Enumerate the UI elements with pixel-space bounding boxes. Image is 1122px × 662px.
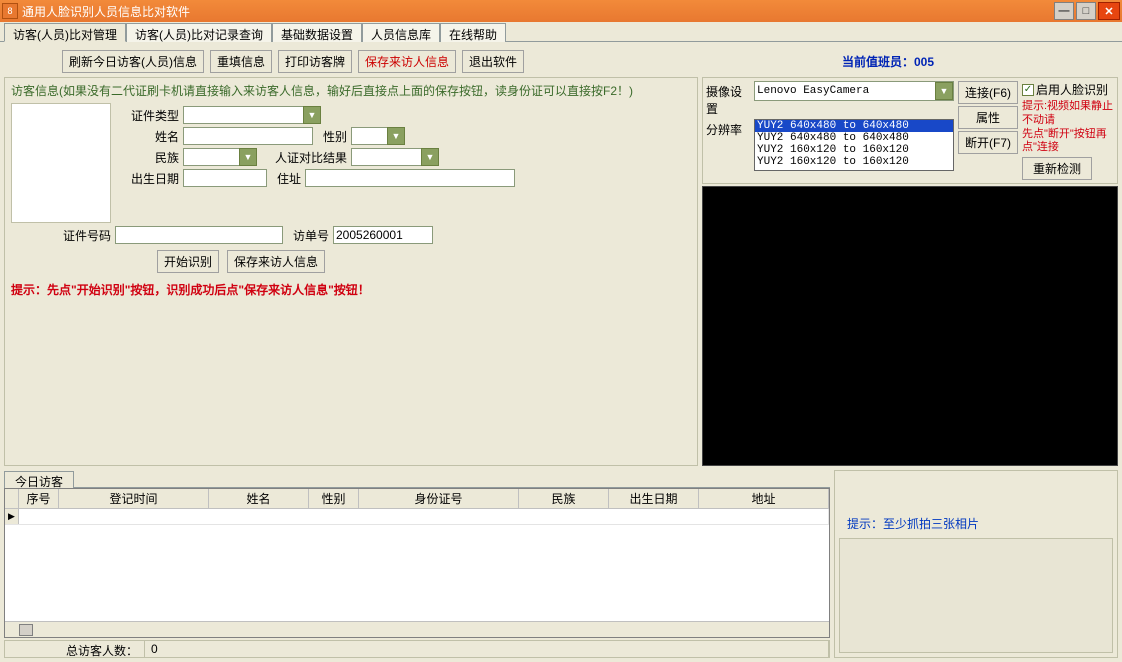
- camera-res-label: 分辨率: [706, 119, 752, 138]
- save-visitor-button[interactable]: 保存来访人信息: [358, 50, 456, 73]
- print-button[interactable]: 打印访客牌: [278, 50, 352, 73]
- chevron-down-icon[interactable]: ▼: [303, 106, 321, 124]
- row-pointer-icon: ▶: [5, 509, 19, 524]
- tab-help[interactable]: 在线帮助: [440, 23, 506, 42]
- capture-panel: 提示：至少抓拍三张相片: [834, 470, 1118, 658]
- chevron-down-icon[interactable]: ▼: [387, 127, 405, 145]
- col-seq[interactable]: 序号: [19, 489, 59, 508]
- photo-slot: [11, 103, 111, 223]
- exit-button[interactable]: 退出软件: [462, 50, 524, 73]
- start-recognize-button[interactable]: 开始识别: [157, 250, 219, 273]
- staff-label-text: 当前值班员：: [842, 55, 914, 69]
- capture-thumb-area: [839, 538, 1113, 653]
- visitor-group-label: 访客信息(如果没有二代证刷卡机请直接输入来访客人信息，输好后直接点上面的保存按钮…: [11, 82, 691, 99]
- idtype-input[interactable]: [183, 106, 303, 124]
- name-label: 姓名: [131, 128, 179, 145]
- visitor-info-group: 访客信息(如果没有二代证刷卡机请直接输入来访客人信息，输好后直接点上面的保存按钮…: [4, 77, 698, 466]
- nation-select[interactable]: ▼: [183, 148, 257, 166]
- reset-button[interactable]: 重填信息: [210, 50, 272, 73]
- grid-hscrollbar[interactable]: [5, 621, 829, 637]
- staff-label: 当前值班员：005: [842, 53, 934, 70]
- res-option[interactable]: YUY2 160x120 to 160x120: [755, 156, 953, 168]
- camera-hint-2: 先点"断开"按钮再点"连接: [1022, 128, 1114, 156]
- properties-button[interactable]: 属性: [958, 106, 1018, 129]
- compare-select[interactable]: ▼: [351, 148, 439, 166]
- camera-device-label: 摄像设置: [706, 81, 752, 117]
- camera-panel: 摄像设置 ▼ 分辨率 YUY2 640x480 to 640x480 YUY2 …: [702, 77, 1118, 466]
- main-tabstrip: 访客(人员)比对管理 访客(人员)比对记录查询 基础数据设置 人员信息库 在线帮…: [0, 22, 1122, 42]
- camera-device-select[interactable]: ▼: [754, 81, 954, 101]
- birth-label: 出生日期: [131, 170, 179, 187]
- gender-label: 性别: [319, 128, 347, 145]
- window-title: 通用人脸识别人员信息比对软件: [22, 3, 1054, 20]
- grid-row[interactable]: ▶: [5, 509, 829, 525]
- idno-input[interactable]: [115, 226, 283, 244]
- addr-input[interactable]: [305, 169, 515, 187]
- col-gender[interactable]: 性别: [309, 489, 359, 508]
- birth-input[interactable]: [183, 169, 267, 187]
- grid-header: 序号 登记时间 姓名 性别 身份证号 民族 出生日期 地址: [5, 489, 829, 509]
- minimize-button[interactable]: —: [1054, 2, 1074, 20]
- idno-label: 证件号码: [61, 227, 111, 244]
- visitno-input[interactable]: [333, 226, 433, 244]
- camera-hint: 提示:视频如果静止不动请 先点"断开"按钮再点"连接: [1022, 100, 1114, 155]
- maximize-button[interactable]: □: [1076, 2, 1096, 20]
- tab-base-data[interactable]: 基础数据设置: [272, 23, 362, 42]
- total-value: 0: [145, 641, 829, 657]
- tab-visitor-compare[interactable]: 访客(人员)比对管理: [4, 23, 126, 42]
- col-idno[interactable]: 身份证号: [359, 489, 519, 508]
- scrollbar-thumb[interactable]: [19, 624, 33, 636]
- res-option[interactable]: YUY2 640x480 to 640x480: [755, 132, 953, 144]
- col-addr[interactable]: 地址: [699, 489, 829, 508]
- camera-hint-1: 提示:视频如果静止不动请: [1022, 100, 1114, 128]
- nation-input[interactable]: [183, 148, 239, 166]
- visitor-grid[interactable]: 序号 登记时间 姓名 性别 身份证号 民族 出生日期 地址 ▶: [4, 488, 830, 638]
- close-button[interactable]: ✕: [1098, 2, 1120, 20]
- checkbox-icon: ✓: [1022, 84, 1034, 96]
- visitor-hint: 提示：先点"开始识别"按钮，识别成功后点"保存来访人信息"按钮！: [11, 281, 691, 298]
- gender-select[interactable]: ▼: [351, 127, 405, 145]
- capture-hint: 提示：至少抓拍三张相片: [847, 515, 1113, 532]
- chevron-down-icon[interactable]: ▼: [421, 148, 439, 166]
- chevron-down-icon[interactable]: ▼: [935, 82, 953, 100]
- resolution-list[interactable]: YUY2 640x480 to 640x480 YUY2 640x480 to …: [754, 119, 954, 171]
- idtype-label: 证件类型: [131, 107, 179, 124]
- col-regtime[interactable]: 登记时间: [59, 489, 209, 508]
- tab-record-query[interactable]: 访客(人员)比对记录查询: [126, 23, 272, 42]
- visitor-grid-panel: 今日访客 序号 登记时间 姓名 性别 身份证号 民族 出生日期 地址 ▶: [4, 470, 830, 658]
- tab-person-db[interactable]: 人员信息库: [362, 23, 440, 42]
- video-preview: [702, 186, 1118, 466]
- grid-row-marker: [5, 489, 19, 508]
- idtype-select[interactable]: ▼: [183, 106, 321, 124]
- gender-input[interactable]: [351, 127, 387, 145]
- save-visitor-info-button[interactable]: 保存来访人信息: [227, 250, 325, 273]
- chevron-down-icon[interactable]: ▼: [239, 148, 257, 166]
- nation-label: 民族: [131, 149, 179, 166]
- grid-statusbar: 总访客人数： 0: [4, 640, 830, 658]
- addr-label: 住址: [273, 170, 301, 187]
- res-option[interactable]: YUY2 160x120 to 160x120: [755, 144, 953, 156]
- enable-face-label: 启用人脸识别: [1036, 81, 1108, 98]
- visitno-label: 访单号: [289, 227, 329, 244]
- redetect-button[interactable]: 重新检测: [1022, 157, 1092, 180]
- staff-no: 005: [914, 55, 934, 69]
- toolbar: 刷新今日访客(人员)信息 重填信息 打印访客牌 保存来访人信息 退出软件 当前值…: [0, 42, 1122, 77]
- name-input[interactable]: [183, 127, 313, 145]
- col-birth[interactable]: 出生日期: [609, 489, 699, 508]
- disconnect-button[interactable]: 断开(F7): [958, 131, 1018, 154]
- refresh-button[interactable]: 刷新今日访客(人员)信息: [62, 50, 204, 73]
- titlebar: 8 通用人脸识别人员信息比对软件 — □ ✕: [0, 0, 1122, 22]
- col-nation[interactable]: 民族: [519, 489, 609, 508]
- compare-label: 人证对比结果: [267, 149, 347, 166]
- enable-face-checkbox[interactable]: ✓ 启用人脸识别: [1022, 81, 1114, 98]
- camera-device-input[interactable]: [755, 82, 935, 100]
- app-icon: 8: [2, 3, 18, 19]
- connect-button[interactable]: 连接(F6): [958, 81, 1018, 104]
- col-name[interactable]: 姓名: [209, 489, 309, 508]
- compare-input[interactable]: [351, 148, 421, 166]
- res-option[interactable]: YUY2 640x480 to 640x480: [755, 120, 953, 132]
- total-label: 总访客人数：: [5, 641, 145, 657]
- tab-today-visitors[interactable]: 今日访客: [4, 471, 74, 488]
